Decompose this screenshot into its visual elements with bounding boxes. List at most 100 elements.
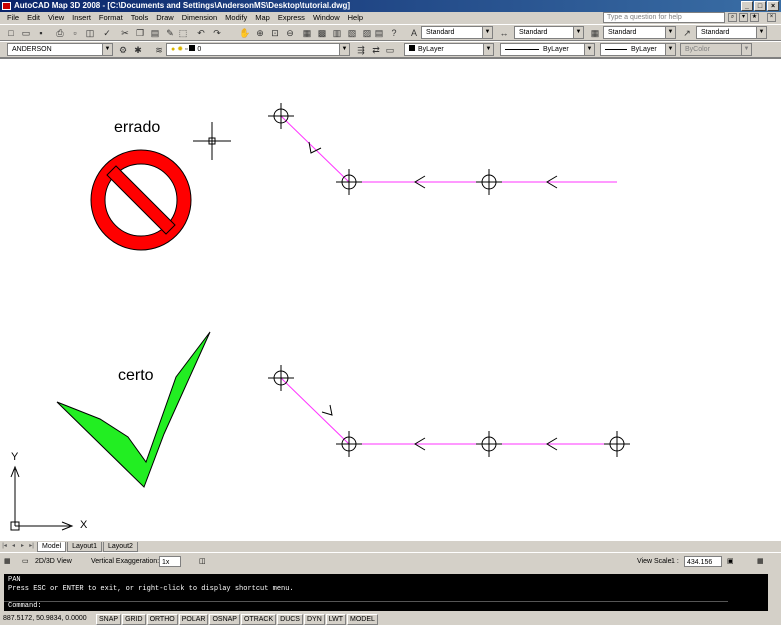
properties-icon[interactable]: ▦ [300, 26, 314, 40]
last-tab-arrow-icon[interactable]: ▸| [27, 542, 36, 551]
help-icon[interactable]: ? [387, 26, 401, 40]
mleader-style-icon[interactable]: ↗ [680, 26, 694, 40]
lock-icon[interactable]: ▣ [727, 556, 734, 567]
maximize-button[interactable]: □ [754, 1, 766, 11]
lineweight-dropdown[interactable]: ByLayer ▼ [600, 43, 676, 56]
minimize-button[interactable]: _ [741, 1, 753, 11]
design-center-icon[interactable]: ▩ [315, 26, 329, 40]
menu-file[interactable]: File [3, 12, 23, 23]
view-mode-label[interactable]: 2D/3D View [35, 556, 72, 567]
menu-format[interactable]: Format [95, 12, 127, 23]
linetype-dropdown[interactable]: ByLayer ▼ [500, 43, 595, 56]
menu-tools[interactable]: Tools [127, 12, 153, 23]
block-editor-icon[interactable]: ⬚ [176, 26, 190, 40]
workspace-settings-icon[interactable]: ⚙ [116, 43, 130, 57]
preview-icon[interactable]: ▫ [68, 26, 82, 40]
ortho-toggle[interactable]: ORTHO [146, 613, 178, 625]
table-style-dropdown[interactable]: Standard ▼ [603, 26, 676, 39]
save-icon[interactable]: ▪ [34, 26, 48, 40]
close-button[interactable]: × [767, 1, 779, 11]
polar-toggle[interactable]: POLAR [178, 613, 209, 625]
dwf-icon[interactable]: ✓ [100, 26, 114, 40]
cut-icon[interactable]: ✂ [118, 26, 132, 40]
ducs-toggle[interactable]: DUCS [277, 613, 303, 625]
open-icon[interactable]: ▭ [19, 26, 33, 40]
vexag-dropdown[interactable]: 1x [159, 556, 181, 567]
pan-icon[interactable]: ✋ [238, 26, 252, 40]
search-icon[interactable]: ⌕ [728, 13, 737, 22]
publish-icon[interactable]: ◫ [83, 26, 97, 40]
star-icon[interactable]: ★ [750, 13, 759, 22]
paste-icon[interactable]: ▤ [148, 26, 162, 40]
zoom-realtime-icon[interactable]: ⊕ [253, 26, 267, 40]
tool-palettes-icon[interactable]: ▥ [330, 26, 344, 40]
next-tab-arrow-icon[interactable]: ▸ [18, 542, 27, 551]
zoom-window-icon[interactable]: ⊡ [268, 26, 282, 40]
copy-icon[interactable]: ❐ [133, 26, 147, 40]
otrack-toggle[interactable]: OTRACK [240, 613, 277, 625]
menu-insert[interactable]: Insert [68, 12, 95, 23]
osnap-toggle[interactable]: OSNAP [209, 613, 240, 625]
sheet-set-icon[interactable]: ▧ [345, 26, 359, 40]
color-dropdown[interactable]: ByLayer ▼ [404, 43, 494, 56]
command-prompt[interactable]: Command: [4, 601, 728, 611]
undo-icon[interactable]: ↶ [194, 26, 208, 40]
coordinates-readout[interactable]: 887.5172, 50.9834, 0.0000 [0, 613, 96, 625]
match-prop-icon[interactable]: ✎ [163, 26, 177, 40]
ucs-x-label: X [80, 519, 88, 531]
table-style-icon[interactable]: ▦ [588, 26, 602, 40]
gear-icon[interactable]: ✱ [131, 43, 145, 57]
lwt-toggle[interactable]: LWT [325, 613, 347, 625]
menu-window[interactable]: Window [309, 12, 344, 23]
chevron-down-icon[interactable]: ▾ [739, 13, 748, 22]
make-current-icon[interactable]: ⇶ [354, 43, 368, 57]
help-search-input[interactable]: Type a question for help [603, 12, 725, 23]
tab-layout2[interactable]: Layout2 [103, 541, 138, 552]
command-history-line: PAN [8, 576, 21, 584]
dim-style-dropdown[interactable]: Standard ▼ [514, 26, 584, 39]
grid-toggle[interactable]: GRID [122, 613, 146, 625]
menu-bar: File Edit View Insert Format Tools Draw … [0, 12, 781, 23]
calculator-icon[interactable]: ▤ [372, 26, 386, 40]
doc-close-icon[interactable]: × [767, 13, 776, 22]
text-style-dropdown[interactable]: Standard ▼ [421, 26, 493, 39]
tab-layout1[interactable]: Layout1 [67, 541, 102, 552]
layer-previous-icon[interactable]: ⇄ [369, 43, 383, 57]
camera-icon[interactable]: ◫ [199, 556, 206, 567]
workspace-dropdown[interactable]: ANDERSON ▼ [7, 43, 113, 56]
grid-view-icon[interactable]: ▦ [4, 556, 11, 567]
layer-manager-icon[interactable]: ≋ [152, 43, 166, 57]
menu-map[interactable]: Map [251, 12, 274, 23]
command-scrollbar[interactable] [768, 574, 778, 611]
redo-icon[interactable]: ↷ [210, 26, 224, 40]
prev-tab-arrow-icon[interactable]: ◂ [9, 542, 18, 551]
layer-states-icon[interactable]: ▭ [383, 43, 397, 57]
menu-edit[interactable]: Edit [23, 12, 44, 23]
menu-modify[interactable]: Modify [221, 12, 251, 23]
dim-style-icon[interactable]: ↔ [497, 26, 511, 40]
qnew-icon[interactable]: □ [4, 26, 18, 40]
zoom-previous-icon[interactable]: ⊖ [283, 26, 297, 40]
linetype-sample [505, 48, 539, 50]
plot-icon[interactable]: ⎙ [53, 26, 67, 40]
drawing-area[interactable]: errado certo Y X [0, 58, 781, 541]
layer-color-swatch [189, 45, 196, 51]
menu-dimension[interactable]: Dimension [178, 12, 221, 23]
label-right: certo [118, 367, 154, 384]
menu-view[interactable]: View [44, 12, 68, 23]
text-style-icon[interactable]: A [407, 26, 421, 40]
dyn-toggle[interactable]: DYN [303, 613, 325, 625]
snap-toggle[interactable]: SNAP [96, 613, 122, 625]
tab-model[interactable]: Model [37, 541, 67, 552]
view-mode-icon[interactable]: ▭ [22, 556, 29, 567]
menu-help[interactable]: Help [344, 12, 367, 23]
menu-draw[interactable]: Draw [152, 12, 178, 23]
model-toggle[interactable]: MODEL [347, 613, 378, 625]
first-tab-arrow-icon[interactable]: |◂ [0, 542, 9, 551]
command-window[interactable]: PAN Press ESC or ENTER to exit, or right… [4, 574, 778, 611]
menu-express[interactable]: Express [274, 12, 309, 23]
mleader-style-dropdown[interactable]: Standard ▼ [696, 26, 767, 39]
view-scale-input[interactable]: 434.156 [684, 556, 722, 567]
layer-dropdown[interactable]: ● ✹ ▫ 0 ▼ [166, 43, 350, 56]
tray-settings-icon[interactable]: ▦ [757, 556, 764, 567]
